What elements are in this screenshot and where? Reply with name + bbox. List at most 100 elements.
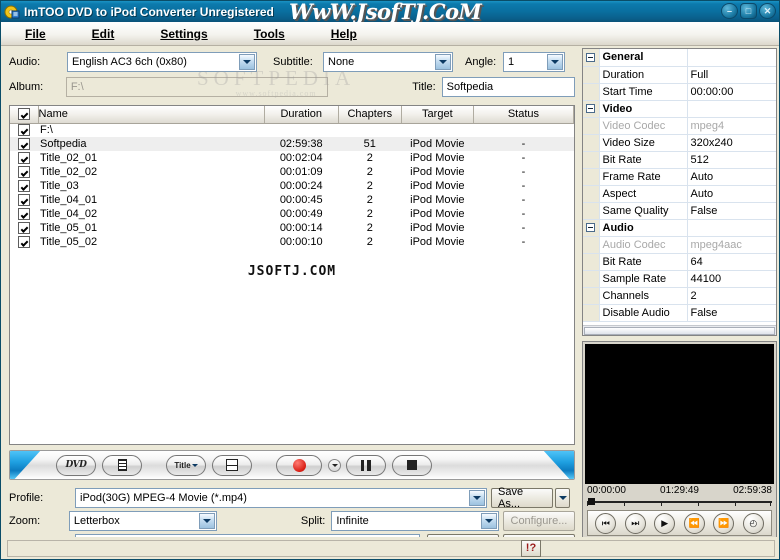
video-display[interactable] bbox=[585, 344, 774, 484]
checkbox-icon[interactable] bbox=[18, 152, 30, 165]
property-row[interactable]: Same Quality False bbox=[583, 202, 776, 220]
rewind-icon[interactable]: ⏪ bbox=[683, 512, 705, 534]
property-group-row[interactable]: Video bbox=[583, 100, 776, 118]
record-button[interactable] bbox=[276, 454, 322, 476]
property-row[interactable]: Aspect Auto bbox=[583, 185, 776, 203]
fast-forward-icon[interactable]: ⏩ bbox=[713, 512, 735, 534]
property-value[interactable]: 44100 bbox=[687, 270, 776, 288]
profile-select[interactable]: iPod(30G) MPEG-4 Movie (*.mp4) bbox=[75, 487, 487, 508]
expander-icon[interactable] bbox=[583, 49, 600, 67]
seek-thumb[interactable] bbox=[588, 498, 595, 505]
audio-select[interactable]: English AC3 6ch (0x80) bbox=[67, 52, 257, 72]
maximize-button[interactable]: □ bbox=[740, 3, 757, 19]
property-row[interactable]: Duration Full bbox=[583, 66, 776, 84]
menu-help[interactable]: Help bbox=[321, 25, 367, 43]
split-select[interactable]: Infinite bbox=[331, 510, 499, 531]
expander-icon[interactable] bbox=[583, 100, 600, 118]
table-row[interactable]: Title_04_01 00:00:45 2 iPod Movie - bbox=[10, 193, 574, 207]
save-as-button[interactable]: Save As... bbox=[491, 486, 553, 510]
clock-icon[interactable]: ◴ bbox=[742, 512, 764, 534]
header-name[interactable]: Name bbox=[38, 106, 265, 124]
header-status[interactable]: Status bbox=[473, 106, 574, 124]
checkbox-icon[interactable] bbox=[18, 138, 30, 151]
row-checkbox-cell[interactable] bbox=[10, 123, 38, 137]
chevron-down-icon[interactable] bbox=[469, 489, 485, 506]
help-button[interactable]: !? bbox=[521, 539, 541, 557]
table-row[interactable]: Title_04_02 00:00:49 2 iPod Movie - bbox=[10, 207, 574, 221]
chevron-down-icon[interactable] bbox=[435, 54, 451, 70]
collapse-icon[interactable] bbox=[586, 223, 596, 233]
checkbox-icon[interactable] bbox=[18, 236, 30, 249]
property-value[interactable]: Auto bbox=[687, 185, 776, 203]
property-group-row[interactable]: General bbox=[583, 49, 776, 67]
properties-scrollbar[interactable] bbox=[583, 325, 776, 335]
header-duration[interactable]: Duration bbox=[264, 106, 339, 124]
load-dvd-button[interactable]: DVD bbox=[56, 454, 96, 476]
seek-slider[interactable] bbox=[587, 496, 772, 507]
load-file-button[interactable] bbox=[102, 454, 142, 476]
property-value[interactable]: Full bbox=[687, 66, 776, 84]
row-checkbox-cell[interactable] bbox=[10, 193, 38, 207]
checkbox-icon[interactable] bbox=[18, 222, 30, 235]
record-options-button[interactable] bbox=[328, 458, 341, 472]
row-checkbox-cell[interactable] bbox=[10, 235, 38, 249]
table-row[interactable]: F:\ bbox=[10, 123, 574, 137]
checkbox-icon[interactable] bbox=[18, 166, 30, 179]
checkbox-icon[interactable] bbox=[18, 180, 30, 193]
menu-settings[interactable]: Settings bbox=[150, 25, 217, 43]
skip-previous-icon[interactable]: ⏮ bbox=[595, 512, 617, 534]
skip-next-icon[interactable]: ⏭ bbox=[624, 512, 646, 534]
property-row[interactable]: Video Codec mpeg4 bbox=[583, 117, 776, 135]
property-row[interactable]: Audio Codec mpeg4aac bbox=[583, 236, 776, 254]
table-row[interactable]: Title_03 00:00:24 2 iPod Movie - bbox=[10, 179, 574, 193]
header-chapters[interactable]: Chapters bbox=[338, 106, 402, 124]
checkbox-icon[interactable] bbox=[18, 194, 30, 207]
collapse-icon[interactable] bbox=[586, 104, 596, 114]
row-checkbox-cell[interactable] bbox=[10, 179, 38, 193]
row-checkbox-cell[interactable] bbox=[10, 165, 38, 179]
table-row[interactable]: Title_05_02 00:00:10 2 iPod Movie - bbox=[10, 235, 574, 249]
title-select-button[interactable]: Title bbox=[166, 454, 206, 476]
chapter-view-button[interactable] bbox=[212, 454, 252, 476]
property-value[interactable]: 2 bbox=[687, 287, 776, 305]
angle-select[interactable]: 1 bbox=[503, 52, 565, 72]
row-checkbox-cell[interactable] bbox=[10, 137, 39, 151]
title-input[interactable]: Softpedia bbox=[441, 77, 575, 97]
property-row[interactable]: Video Size 320x240 bbox=[583, 134, 776, 152]
play-icon[interactable]: ▶ bbox=[654, 512, 676, 534]
property-row[interactable]: Bit Rate 64 bbox=[583, 253, 776, 271]
property-value[interactable]: mpeg4aac bbox=[687, 236, 776, 254]
property-value[interactable]: 00:00:00 bbox=[687, 83, 776, 101]
minimize-button[interactable]: – bbox=[721, 3, 738, 19]
menu-edit[interactable]: Edit bbox=[82, 25, 125, 43]
pause-button[interactable] bbox=[346, 454, 386, 476]
chevron-down-icon[interactable] bbox=[239, 54, 255, 70]
property-row[interactable]: Channels 2 bbox=[583, 287, 776, 305]
expander-icon[interactable] bbox=[583, 219, 600, 237]
header-target[interactable]: Target bbox=[401, 106, 474, 124]
property-value[interactable]: False bbox=[687, 202, 776, 220]
property-row[interactable]: Frame Rate Auto bbox=[583, 168, 776, 186]
properties-grid[interactable]: General Duration Full Start Time 00:00:00 Vid… bbox=[582, 48, 777, 336]
chevron-down-icon[interactable] bbox=[547, 54, 563, 70]
property-value[interactable]: Auto bbox=[687, 168, 776, 186]
property-group-row[interactable]: Audio bbox=[583, 219, 776, 237]
table-row[interactable]: Title_05_01 00:00:14 2 iPod Movie - bbox=[10, 221, 574, 235]
close-button[interactable]: ✕ bbox=[759, 3, 776, 19]
property-value[interactable]: mpeg4 bbox=[687, 117, 776, 135]
property-value[interactable]: False bbox=[687, 304, 776, 322]
property-row[interactable]: Start Time 00:00:00 bbox=[583, 83, 776, 101]
subtitle-select[interactable]: None bbox=[323, 52, 453, 72]
menu-file[interactable]: File bbox=[15, 25, 56, 43]
checkbox-icon[interactable] bbox=[17, 108, 30, 121]
property-value[interactable]: 64 bbox=[687, 253, 776, 271]
row-checkbox-cell[interactable] bbox=[10, 221, 38, 235]
zoom-select[interactable]: Letterbox bbox=[68, 510, 217, 531]
scrollbar-thumb[interactable] bbox=[584, 327, 775, 335]
property-value[interactable]: 320x240 bbox=[687, 134, 776, 152]
stop-button[interactable] bbox=[392, 454, 432, 476]
row-checkbox-cell[interactable] bbox=[10, 207, 38, 221]
table-row[interactable]: Softpedia 02:59:38 51 iPod Movie - bbox=[10, 137, 574, 151]
menu-tools[interactable]: Tools bbox=[244, 25, 295, 43]
table-row[interactable]: Title_02_02 00:01:09 2 iPod Movie - bbox=[10, 165, 574, 179]
